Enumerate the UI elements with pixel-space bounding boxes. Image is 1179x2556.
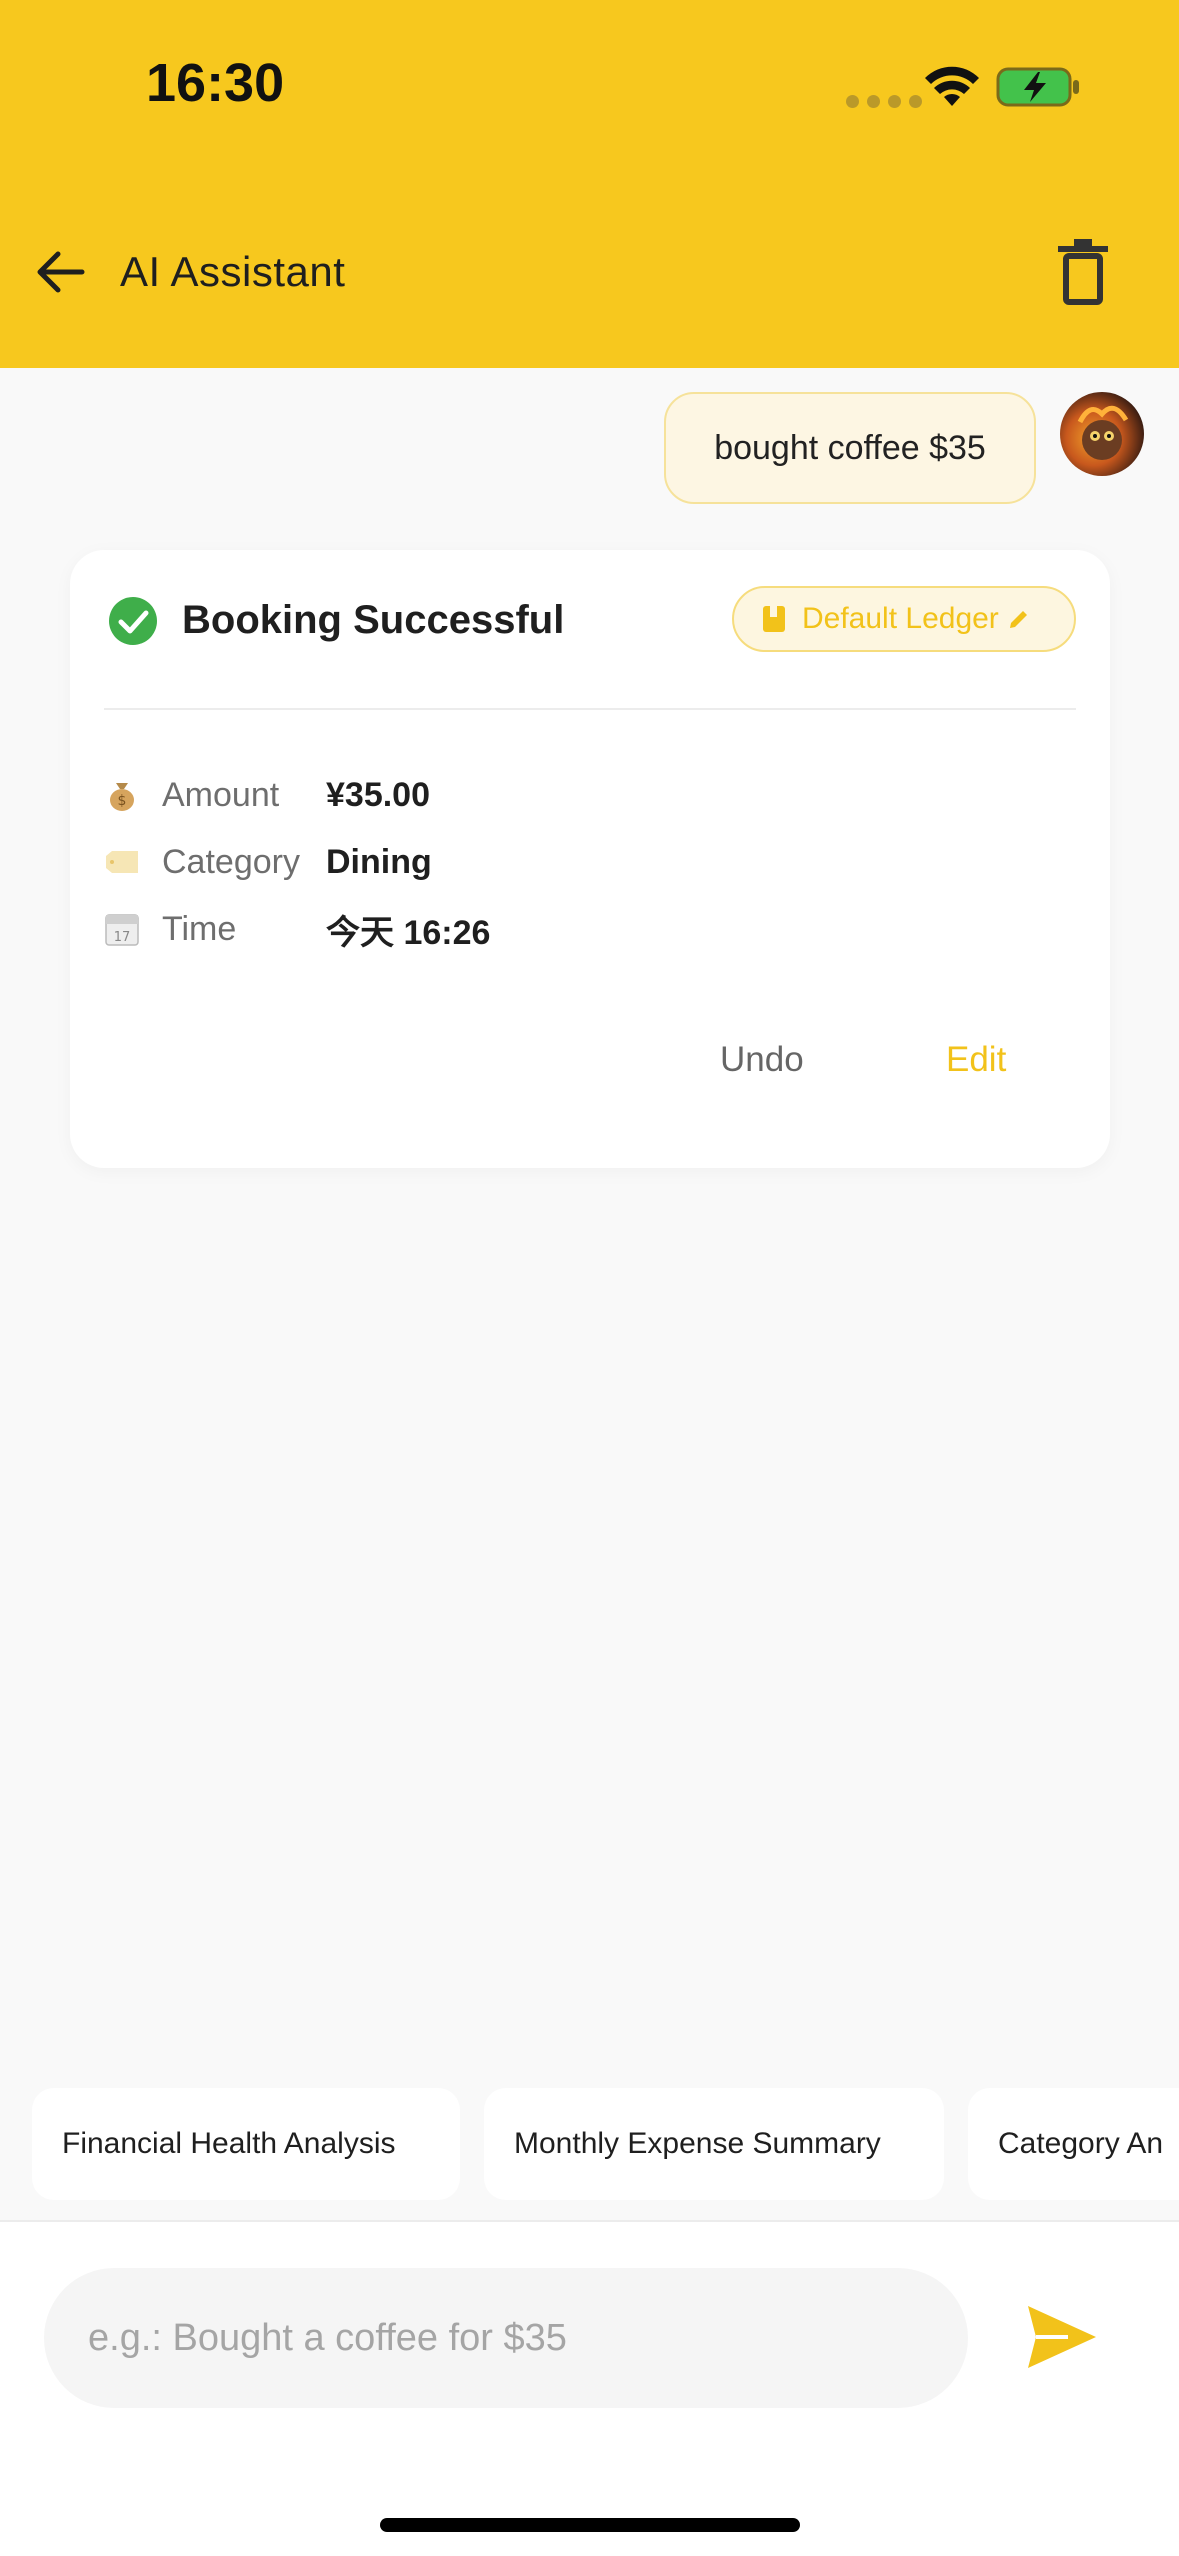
app-header: 16:30 AI Assistant [0, 0, 1179, 368]
cellular-signal-icon [846, 95, 922, 108]
money-bag-icon: $ [110, 783, 134, 811]
time-value: 今天 16:26 [326, 913, 491, 952]
book-icon [763, 606, 785, 632]
edit-button[interactable]: Edit [946, 1040, 1006, 1080]
message-input[interactable] [44, 2268, 968, 2408]
category-label: Category [162, 842, 300, 881]
trash-icon[interactable] [1050, 236, 1116, 308]
status-time: 16:30 [146, 53, 285, 113]
card-divider [104, 708, 1076, 710]
suggestion-chip[interactable]: Category An [968, 2088, 1179, 2200]
tag-icon [106, 851, 138, 873]
calendar-icon: 17 [105, 914, 139, 946]
avatar[interactable] [1060, 392, 1144, 476]
input-bar-divider [0, 2220, 1179, 2222]
success-check-icon [109, 597, 157, 645]
card-title: Booking Successful [182, 598, 565, 642]
ledger-selector-chip[interactable]: Default Ledger [732, 586, 1076, 652]
send-icon[interactable] [1024, 2302, 1100, 2372]
category-row: Category Dining [104, 837, 432, 887]
back-arrow-icon[interactable] [30, 240, 94, 304]
user-message-bubble: bought coffee $35 [664, 392, 1036, 504]
svg-text:$: $ [118, 793, 127, 809]
time-row: 17 Time 今天 16:26 [104, 904, 490, 954]
page-title: AI Assistant [120, 248, 346, 295]
amount-value: ¥35.00 [326, 775, 430, 814]
home-indicator[interactable] [380, 2518, 800, 2532]
suggestion-chip[interactable]: Monthly Expense Summary [484, 2088, 944, 2200]
amount-row: $ Amount ¥35.00 [104, 770, 430, 820]
time-label: Time [162, 909, 237, 948]
svg-text:17: 17 [114, 930, 131, 945]
pencil-icon [1009, 611, 1027, 628]
undo-button[interactable]: Undo [720, 1040, 804, 1080]
battery-charging-icon [996, 67, 1079, 107]
amount-label: Amount [162, 775, 280, 814]
category-value: Dining [326, 842, 432, 881]
booking-result-card: Booking Successful Default Ledger $ Amou… [70, 550, 1110, 1168]
ledger-label: Default Ledger [802, 602, 999, 635]
suggestion-chip[interactable]: Financial Health Analysis [32, 2088, 460, 2200]
suggestion-chips: Financial Health Analysis Monthly Expens… [32, 2088, 1179, 2200]
wifi-icon [925, 66, 979, 106]
